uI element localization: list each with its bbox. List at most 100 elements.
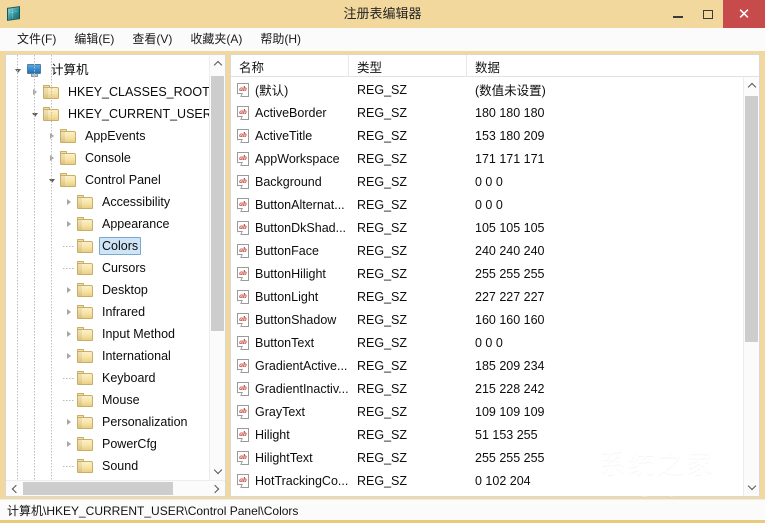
- tree-node-[interactable]: 计算机: [6, 59, 209, 81]
- column-header-name[interactable]: 名称: [231, 55, 349, 77]
- tree-horizontal-scrollbar[interactable]: [6, 480, 225, 496]
- close-button[interactable]: ✕: [723, 0, 765, 28]
- tree-node-label: HKEY_CURRENT_USER: [68, 107, 209, 121]
- cell-value-type: REG_SZ: [357, 105, 408, 120]
- table-row[interactable]: ab AppWorkspace REG_SZ 171 171 171: [231, 147, 743, 170]
- expand-arrow-down-icon[interactable]: [10, 59, 26, 81]
- expand-arrow-down-icon[interactable]: [27, 103, 43, 125]
- cell-value-name: ab GrayText: [231, 404, 349, 419]
- list-scroll-track[interactable]: [744, 94, 759, 479]
- tree-node-console[interactable]: Console: [6, 147, 209, 169]
- table-row[interactable]: ab ButtonAlternat... REG_SZ 0 0 0: [231, 193, 743, 216]
- value-name-text: GradientInactiv...: [255, 381, 349, 396]
- column-header-data[interactable]: 数据: [467, 55, 759, 77]
- table-row[interactable]: ab GradientInactiv... REG_SZ 215 228 242: [231, 377, 743, 400]
- string-value-icon: ab: [236, 335, 251, 350]
- status-path: 计算机\HKEY_CURRENT_USER\Control Panel\Colo…: [7, 503, 299, 518]
- minimize-button[interactable]: [663, 0, 693, 28]
- table-row[interactable]: ab ButtonText REG_SZ 0 0 0: [231, 331, 743, 354]
- table-row[interactable]: ab ButtonShadow REG_SZ 160 160 160: [231, 308, 743, 331]
- menu-favorites[interactable]: 收藏夹(A): [181, 28, 251, 50]
- expand-arrow-right-icon[interactable]: [61, 213, 77, 235]
- tree-node-colors[interactable]: Colors: [6, 235, 209, 257]
- cell-value-data: 51 153 255: [475, 427, 538, 442]
- tree-node-international[interactable]: International: [6, 345, 209, 367]
- expand-arrow-right-icon[interactable]: [44, 125, 60, 147]
- table-row[interactable]: ab Hilight REG_SZ 51 153 255: [231, 423, 743, 446]
- tree-scroll-right-button[interactable]: [208, 481, 225, 496]
- tree-node-desktop[interactable]: Desktop: [6, 279, 209, 301]
- expand-arrow-down-icon[interactable]: [44, 169, 60, 191]
- tree-vertical-scrollbar[interactable]: [209, 55, 225, 480]
- list-scroll-down-button[interactable]: [744, 479, 759, 496]
- list-scroll-up-button[interactable]: [744, 77, 759, 94]
- expand-arrow-right-icon[interactable]: [61, 301, 77, 323]
- cell-value-data: 0 0 0: [475, 174, 503, 189]
- tree-node-label: Personalization: [102, 415, 188, 429]
- cell-value-type: REG_SZ: [357, 473, 408, 488]
- expand-arrow-right-icon[interactable]: [27, 81, 43, 103]
- tree-node-input-method[interactable]: Input Method: [6, 323, 209, 345]
- expand-arrow-right-icon[interactable]: [44, 147, 60, 169]
- tree-scroll-thumb[interactable]: [211, 76, 224, 331]
- table-row[interactable]: ab ButtonDkShad... REG_SZ 105 105 105: [231, 216, 743, 239]
- registry-key-tree[interactable]: 计算机 HKEY_CLASSES_ROOT HKEY_CURRENT_USER App…: [6, 55, 209, 480]
- value-name-text: HilightText: [255, 450, 313, 465]
- menu-help[interactable]: 帮助(H): [251, 28, 310, 50]
- table-row[interactable]: ab (默认) REG_SZ (数值未设置): [231, 78, 743, 101]
- tree-node-cursors[interactable]: Cursors: [6, 257, 209, 279]
- table-row[interactable]: ab ActiveBorder REG_SZ 180 180 180: [231, 101, 743, 124]
- tree-node-mouse[interactable]: Mouse: [6, 389, 209, 411]
- menu-edit[interactable]: 编辑(E): [65, 28, 123, 50]
- list-vertical-scrollbar[interactable]: [743, 77, 759, 496]
- folder-icon: [77, 459, 94, 473]
- tree-node-control-panel[interactable]: Control Panel: [6, 169, 209, 191]
- value-name-text: Hilight: [255, 427, 290, 442]
- tree-hscroll-track[interactable]: [23, 481, 208, 496]
- tree-node-label: Appearance: [102, 217, 170, 231]
- window-title: 注册表编辑器: [343, 6, 422, 21]
- tree-scroll-left-button[interactable]: [6, 481, 23, 496]
- table-row[interactable]: ab ButtonFace REG_SZ 240 240 240: [231, 239, 743, 262]
- table-row[interactable]: ab HotTrackingCo... REG_SZ 0 102 204: [231, 469, 743, 492]
- cell-value-name: ab ActiveBorder: [231, 105, 349, 120]
- column-header-type[interactable]: 类型: [349, 55, 467, 77]
- tree-node-appearance[interactable]: Appearance: [6, 213, 209, 235]
- table-row[interactable]: ab ActiveTitle REG_SZ 153 180 209: [231, 124, 743, 147]
- maximize-button[interactable]: [693, 0, 723, 28]
- cell-value-data: 255 255 255: [475, 266, 545, 281]
- table-row[interactable]: abInactiveBorderREG_SZ244 247 252: [231, 492, 743, 496]
- expand-arrow-right-icon[interactable]: [61, 411, 77, 433]
- list-scroll-thumb[interactable]: [745, 96, 758, 342]
- cell-value-type: REG_SZ: [357, 197, 408, 212]
- tree-node-keyboard[interactable]: Keyboard: [6, 367, 209, 389]
- table-row[interactable]: ab ButtonLight REG_SZ 227 227 227: [231, 285, 743, 308]
- tree-node-accessibility[interactable]: Accessibility: [6, 191, 209, 213]
- registry-values-list[interactable]: ab (默认) REG_SZ (数值未设置) ab ActiveBorder REG_SZ 1…: [231, 77, 743, 496]
- tree-scroll-track[interactable]: [210, 72, 225, 463]
- expand-arrow-right-icon[interactable]: [61, 323, 77, 345]
- expand-arrow-right-icon[interactable]: [61, 433, 77, 455]
- tree-node-infrared[interactable]: Infrared: [6, 301, 209, 323]
- table-row[interactable]: ab Background REG_SZ 0 0 0: [231, 170, 743, 193]
- expand-arrow-right-icon[interactable]: [61, 345, 77, 367]
- tree-node-environment[interactable]: Environment: [6, 477, 209, 480]
- tree-scroll-up-button[interactable]: [210, 55, 225, 72]
- tree-node-appevents[interactable]: AppEvents: [6, 125, 209, 147]
- menu-view[interactable]: 查看(V): [123, 28, 181, 50]
- expand-arrow-right-icon[interactable]: [61, 191, 77, 213]
- tree-hscroll-thumb[interactable]: [23, 482, 173, 495]
- tree-node-personalization[interactable]: Personalization: [6, 411, 209, 433]
- tree-node-sound[interactable]: Sound: [6, 455, 209, 477]
- tree-node-hkey-current-user[interactable]: HKEY_CURRENT_USER: [6, 103, 209, 125]
- table-row[interactable]: ab ButtonHilight REG_SZ 255 255 255: [231, 262, 743, 285]
- menu-file[interactable]: 文件(F): [8, 28, 65, 50]
- cell-value-name: ab ButtonHilight: [231, 266, 349, 281]
- expand-arrow-right-icon[interactable]: [61, 279, 77, 301]
- tree-node-powercfg[interactable]: PowerCfg: [6, 433, 209, 455]
- tree-node-hkey-classes-root[interactable]: HKEY_CLASSES_ROOT: [6, 81, 209, 103]
- table-row[interactable]: ab HilightText REG_SZ 255 255 255: [231, 446, 743, 469]
- tree-scroll-down-button[interactable]: [210, 463, 225, 480]
- table-row[interactable]: ab GradientActive... REG_SZ 185 209 234: [231, 354, 743, 377]
- table-row[interactable]: ab GrayText REG_SZ 109 109 109: [231, 400, 743, 423]
